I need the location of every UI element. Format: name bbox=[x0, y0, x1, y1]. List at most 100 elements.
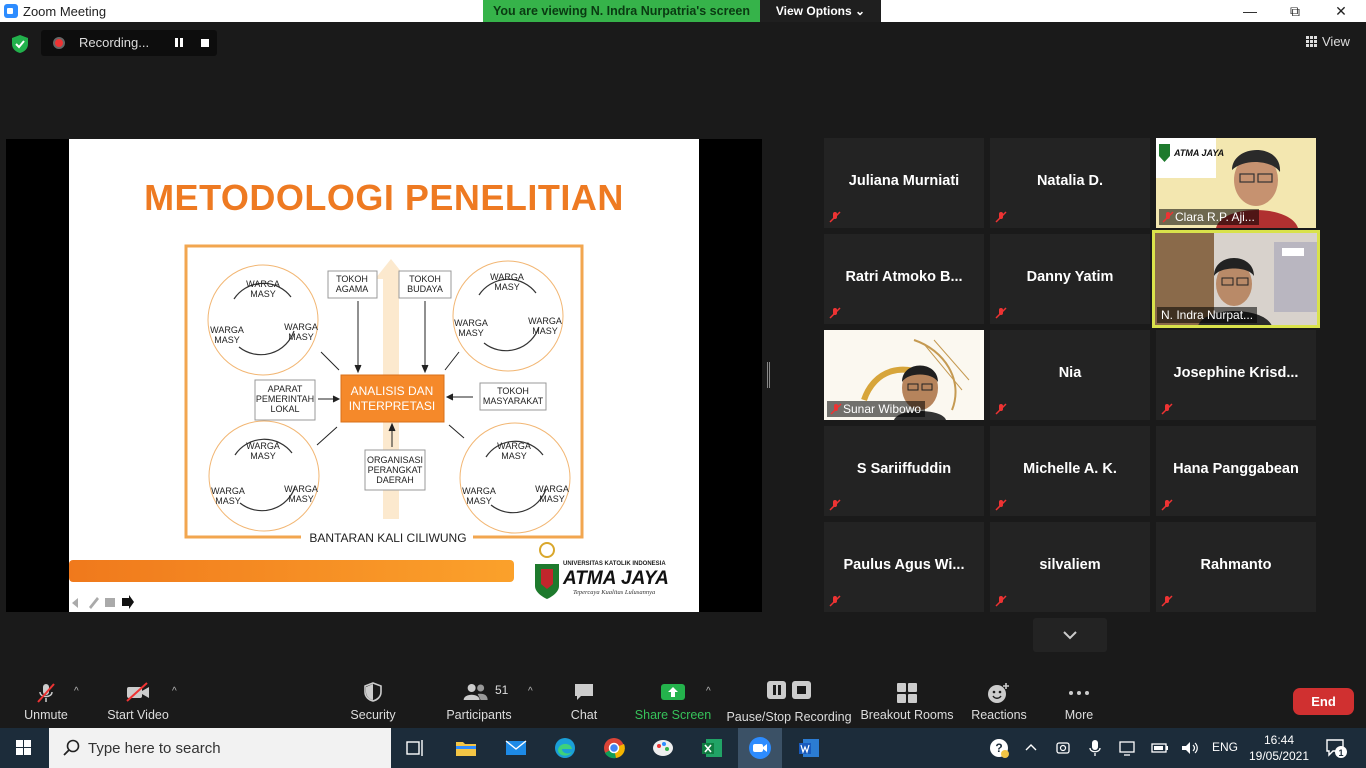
chat-button[interactable]: Chat bbox=[566, 672, 602, 728]
breakout-rooms-button[interactable]: Breakout Rooms bbox=[860, 672, 954, 728]
svg-text:WARGA: WARGA bbox=[284, 322, 318, 332]
participant-tile[interactable]: Juliana Murniati bbox=[824, 138, 984, 228]
taskbar-search-box[interactable]: Type here to search bbox=[49, 728, 391, 768]
pen-icon[interactable] bbox=[89, 597, 99, 609]
share-options-caret[interactable]: ^ bbox=[706, 686, 711, 697]
video-off-icon bbox=[126, 682, 149, 702]
clock-date: 19/05/2021 bbox=[1248, 749, 1310, 763]
unmute-button[interactable]: Unmute bbox=[20, 672, 72, 728]
camera-tray-icon[interactable] bbox=[1054, 739, 1072, 757]
pause-stop-recording-button[interactable]: Pause/Stop Recording bbox=[726, 672, 852, 728]
network-icon[interactable] bbox=[1118, 739, 1136, 757]
pause-recording-icon[interactable] bbox=[173, 37, 185, 49]
participant-name: Juliana Murniati bbox=[848, 173, 960, 189]
microphone-tray-icon[interactable] bbox=[1086, 739, 1104, 757]
slide-nav-controls[interactable] bbox=[72, 595, 134, 609]
svg-text:MASY: MASY bbox=[214, 335, 240, 345]
volume-icon[interactable] bbox=[1180, 739, 1200, 757]
mic-muted-icon bbox=[829, 307, 841, 319]
participant-tile[interactable]: Danny Yatim bbox=[990, 234, 1150, 324]
svg-text:TOKOH: TOKOH bbox=[497, 386, 529, 396]
participant-tile[interactable]: S Sariiffuddin bbox=[824, 426, 984, 516]
next-slide-icon[interactable] bbox=[122, 595, 134, 609]
svg-text:UNIVERSITAS KATOLIK INDONESIA: UNIVERSITAS KATOLIK INDONESIA bbox=[563, 561, 666, 567]
chevron-up-icon[interactable] bbox=[1022, 739, 1040, 757]
taskbar-clock[interactable]: 16:44 19/05/2021 bbox=[1246, 732, 1312, 764]
shield-icon[interactable] bbox=[12, 35, 28, 53]
svg-text:ATMA JAYA: ATMA JAYA bbox=[562, 568, 669, 589]
participant-video-tile[interactable]: ATMA JAYA Clara R.P. Aji... bbox=[1156, 138, 1316, 228]
start-video-button[interactable]: Start Video bbox=[106, 672, 170, 728]
maximize-button[interactable]: ⧉ bbox=[1272, 0, 1318, 22]
participant-tile[interactable]: Ratri Atmoko B... bbox=[824, 234, 984, 324]
windows-start-icon[interactable] bbox=[0, 728, 48, 768]
active-speaker-tile[interactable]: N. Indra Nurpat... bbox=[1152, 230, 1320, 328]
zoom-app-icon[interactable] bbox=[748, 736, 772, 760]
participant-tile[interactable]: silvaliem bbox=[990, 522, 1150, 612]
view-button[interactable]: View bbox=[1306, 34, 1350, 49]
minimize-button[interactable]: — bbox=[1227, 0, 1273, 22]
edge-browser-icon[interactable] bbox=[553, 736, 577, 760]
gallery-next-page-button[interactable] bbox=[1033, 618, 1107, 652]
view-options-button[interactable]: View Options ⌄ bbox=[760, 0, 881, 22]
svg-text:WARGA: WARGA bbox=[284, 484, 318, 494]
paint-app-icon[interactable] bbox=[651, 736, 675, 760]
search-placeholder: Type here to search bbox=[88, 740, 221, 757]
audio-options-caret[interactable]: ^ bbox=[74, 686, 79, 697]
participant-tile[interactable]: Nia bbox=[990, 330, 1150, 420]
participant-tile[interactable]: Natalia D. bbox=[990, 138, 1150, 228]
help-icon[interactable]: ? bbox=[988, 737, 1010, 759]
menu-icon[interactable] bbox=[105, 598, 115, 607]
svg-text:WARGA: WARGA bbox=[211, 486, 245, 496]
participant-tile[interactable]: Rahmanto bbox=[1156, 522, 1316, 612]
mic-muted-icon bbox=[1161, 499, 1173, 511]
chrome-icon[interactable] bbox=[602, 736, 626, 760]
security-button[interactable]: Security bbox=[346, 672, 400, 728]
svg-text:BUDAYA: BUDAYA bbox=[407, 284, 443, 294]
mail-icon[interactable] bbox=[504, 736, 528, 760]
start-video-label: Start Video bbox=[107, 708, 169, 722]
svg-text:WARGA: WARGA bbox=[462, 486, 496, 496]
mic-muted-icon bbox=[829, 595, 841, 607]
task-view-icon[interactable] bbox=[404, 736, 428, 760]
mic-muted-icon bbox=[829, 211, 841, 223]
end-meeting-button[interactable]: End bbox=[1293, 688, 1354, 715]
label-warga: WARGA bbox=[246, 279, 280, 289]
svg-text:LOKAL: LOKAL bbox=[270, 404, 299, 414]
participant-tile[interactable]: Paulus Agus Wi... bbox=[824, 522, 984, 612]
circle-bottom-left: WARGA MASY WARGA MASY WARGA MASY bbox=[208, 420, 320, 532]
prev-slide-icon[interactable] bbox=[72, 598, 78, 608]
svg-text:DAERAH: DAERAH bbox=[376, 475, 414, 485]
participant-video-tile[interactable]: Sunar Wibowo bbox=[824, 330, 984, 420]
participant-tile[interactable]: Hana Panggabean bbox=[1156, 426, 1316, 516]
more-button[interactable]: More bbox=[1058, 672, 1100, 728]
box-analisis: ANALISIS DAN INTERPRETASI bbox=[340, 374, 445, 423]
battery-icon[interactable] bbox=[1150, 739, 1170, 757]
svg-text:WARGA: WARGA bbox=[490, 272, 524, 282]
svg-text:MASY: MASY bbox=[494, 282, 520, 292]
file-explorer-icon[interactable] bbox=[454, 736, 478, 760]
notification-icon[interactable]: 1 bbox=[1324, 737, 1348, 759]
close-button[interactable]: ✕ bbox=[1318, 0, 1364, 22]
participants-options-caret[interactable]: ^ bbox=[528, 686, 533, 697]
more-label: More bbox=[1064, 708, 1094, 722]
excel-icon[interactable] bbox=[700, 736, 724, 760]
record-dot-icon bbox=[53, 37, 65, 49]
share-screen-button[interactable]: Share Screen bbox=[635, 672, 711, 728]
svg-text:ATMA JAYA: ATMA JAYA bbox=[1173, 148, 1224, 158]
word-icon[interactable] bbox=[797, 736, 821, 760]
view-options-label: View Options bbox=[775, 4, 852, 18]
svg-text:MASY: MASY bbox=[501, 451, 527, 461]
search-icon bbox=[63, 739, 80, 756]
participant-name: Natalia D. bbox=[1036, 173, 1104, 189]
mic-muted-icon bbox=[830, 403, 842, 415]
stop-recording-icon[interactable] bbox=[201, 39, 209, 47]
video-options-caret[interactable]: ^ bbox=[172, 686, 177, 697]
reactions-button[interactable]: Reactions bbox=[971, 672, 1027, 728]
language-indicator[interactable]: ENG bbox=[1212, 740, 1238, 754]
participant-tile[interactable]: Michelle A. K. bbox=[990, 426, 1150, 516]
participant-tile[interactable]: Josephine Krisd... bbox=[1156, 330, 1316, 420]
svg-text:INTERPRETASI: INTERPRETASI bbox=[349, 399, 435, 413]
resize-handle[interactable] bbox=[767, 362, 770, 388]
participants-button[interactable]: 51 Participants bbox=[446, 672, 511, 728]
